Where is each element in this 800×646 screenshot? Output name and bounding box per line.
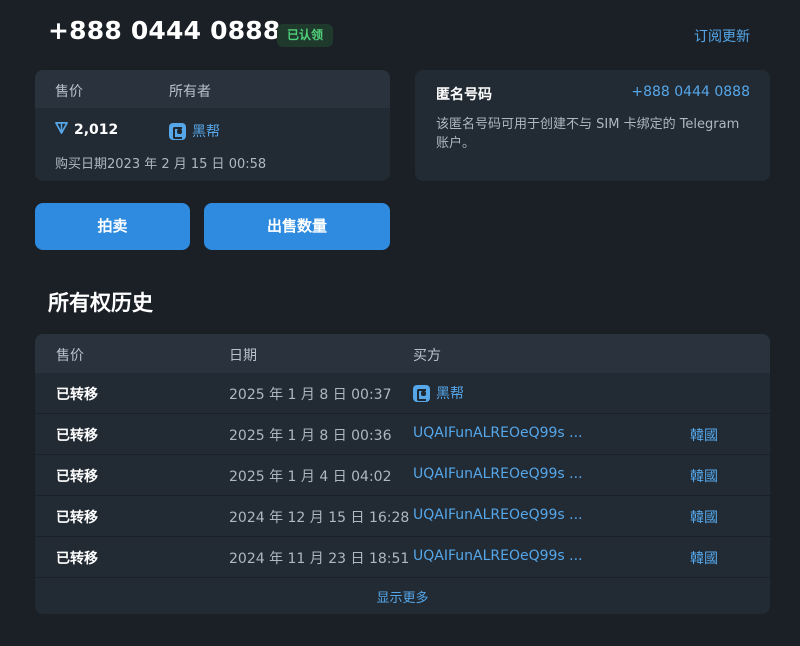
subscribe-link[interactable]: 订阅更新 <box>694 26 750 46</box>
status-badge: 已认领 <box>277 24 334 47</box>
history-table-header: 售价 日期 买方 <box>35 334 770 373</box>
owner-name: 黑帮 <box>192 124 220 140</box>
price-label: 售价 <box>55 84 83 100</box>
history-title: 所有权历史 <box>48 291 153 315</box>
sell-button[interactable]: 出售数量 <box>204 203 390 250</box>
row-status: 已转移 <box>56 428 98 444</box>
price-card-header: 售价 所有者 <box>35 70 390 108</box>
owner-label: 所有者 <box>169 84 211 100</box>
row-date: 2025 年 1 月 4 日 04:02 <box>229 469 392 485</box>
table-row: 已转移 2025 年 1 月 4 日 04:02 UQAIFunALREOeQ9… <box>35 455 770 496</box>
owner-link[interactable]: 黑帮 <box>169 121 220 141</box>
purchase-date: 购买日期2023 年 2 月 15 日 00:58 <box>55 157 267 172</box>
row-username-link[interactable]: 韓國 <box>690 466 718 486</box>
wallet-icon <box>413 384 430 402</box>
table-row: 已转移 2025 年 1 月 8 日 00:37 黑帮 <box>35 373 770 414</box>
price-card: 售价 所有者 2,012 黑帮 购买日期2023 年 2 月 15 日 00:5… <box>35 70 390 181</box>
row-status: 已转移 <box>56 387 98 403</box>
row-buyer-link[interactable]: UQAIFunALREOeQ99s ... <box>413 507 583 523</box>
page-title: +888 0444 0888 <box>48 16 281 45</box>
table-row: 已转移 2024 年 11 月 23 日 18:51 UQAIFunALREOe… <box>35 537 770 578</box>
row-date: 2024 年 11 月 23 日 18:51 <box>229 551 410 567</box>
row-status: 已转移 <box>56 469 98 485</box>
row-buyer-link[interactable]: 黑帮 <box>413 383 464 403</box>
row-status: 已转移 <box>56 510 98 526</box>
table-row: 已转移 2024 年 12 月 15 日 16:28 UQAIFunALREOe… <box>35 496 770 537</box>
ton-diamond-icon <box>55 121 68 138</box>
history-table: 售价 日期 买方 已转移 2025 年 1 月 8 日 00:37 黑帮 已转移… <box>35 334 770 614</box>
row-date: 2025 年 1 月 8 日 00:37 <box>229 387 392 403</box>
row-username-link[interactable]: 韓國 <box>690 507 718 527</box>
row-buyer-name: 黑帮 <box>436 386 464 402</box>
price-value-row: 2,012 <box>55 121 118 138</box>
column-header-price: 售价 <box>56 348 84 364</box>
row-date: 2025 年 1 月 8 日 00:36 <box>229 428 392 444</box>
anon-number-link[interactable]: +888 0444 0888 <box>631 84 750 100</box>
anon-card-title: 匿名号码 <box>436 87 492 103</box>
show-more-button[interactable]: 显示更多 <box>35 587 770 606</box>
row-buyer-link[interactable]: UQAIFunALREOeQ99s ... <box>413 425 583 441</box>
auction-button[interactable]: 拍卖 <box>35 203 190 250</box>
row-username-link[interactable]: 韓國 <box>690 548 718 568</box>
row-username-link[interactable]: 韓國 <box>690 425 718 445</box>
row-buyer-link[interactable]: UQAIFunALREOeQ99s ... <box>413 466 583 482</box>
row-status: 已转移 <box>56 551 98 567</box>
wallet-icon <box>169 122 186 140</box>
column-header-buyer: 买方 <box>413 348 441 364</box>
table-row: 已转移 2025 年 1 月 8 日 00:36 UQAIFunALREOeQ9… <box>35 414 770 455</box>
row-date: 2024 年 12 月 15 日 16:28 <box>229 510 410 526</box>
column-header-date: 日期 <box>229 348 257 364</box>
price-value: 2,012 <box>74 121 119 138</box>
row-buyer-link[interactable]: UQAIFunALREOeQ99s ... <box>413 548 583 564</box>
anon-card-description: 该匿名号码可用于创建不与 SIM 卡绑定的 Telegram 账户。 <box>436 117 740 151</box>
anonymous-number-card: 匿名号码 +888 0444 0888 该匿名号码可用于创建不与 SIM 卡绑定… <box>415 70 770 181</box>
